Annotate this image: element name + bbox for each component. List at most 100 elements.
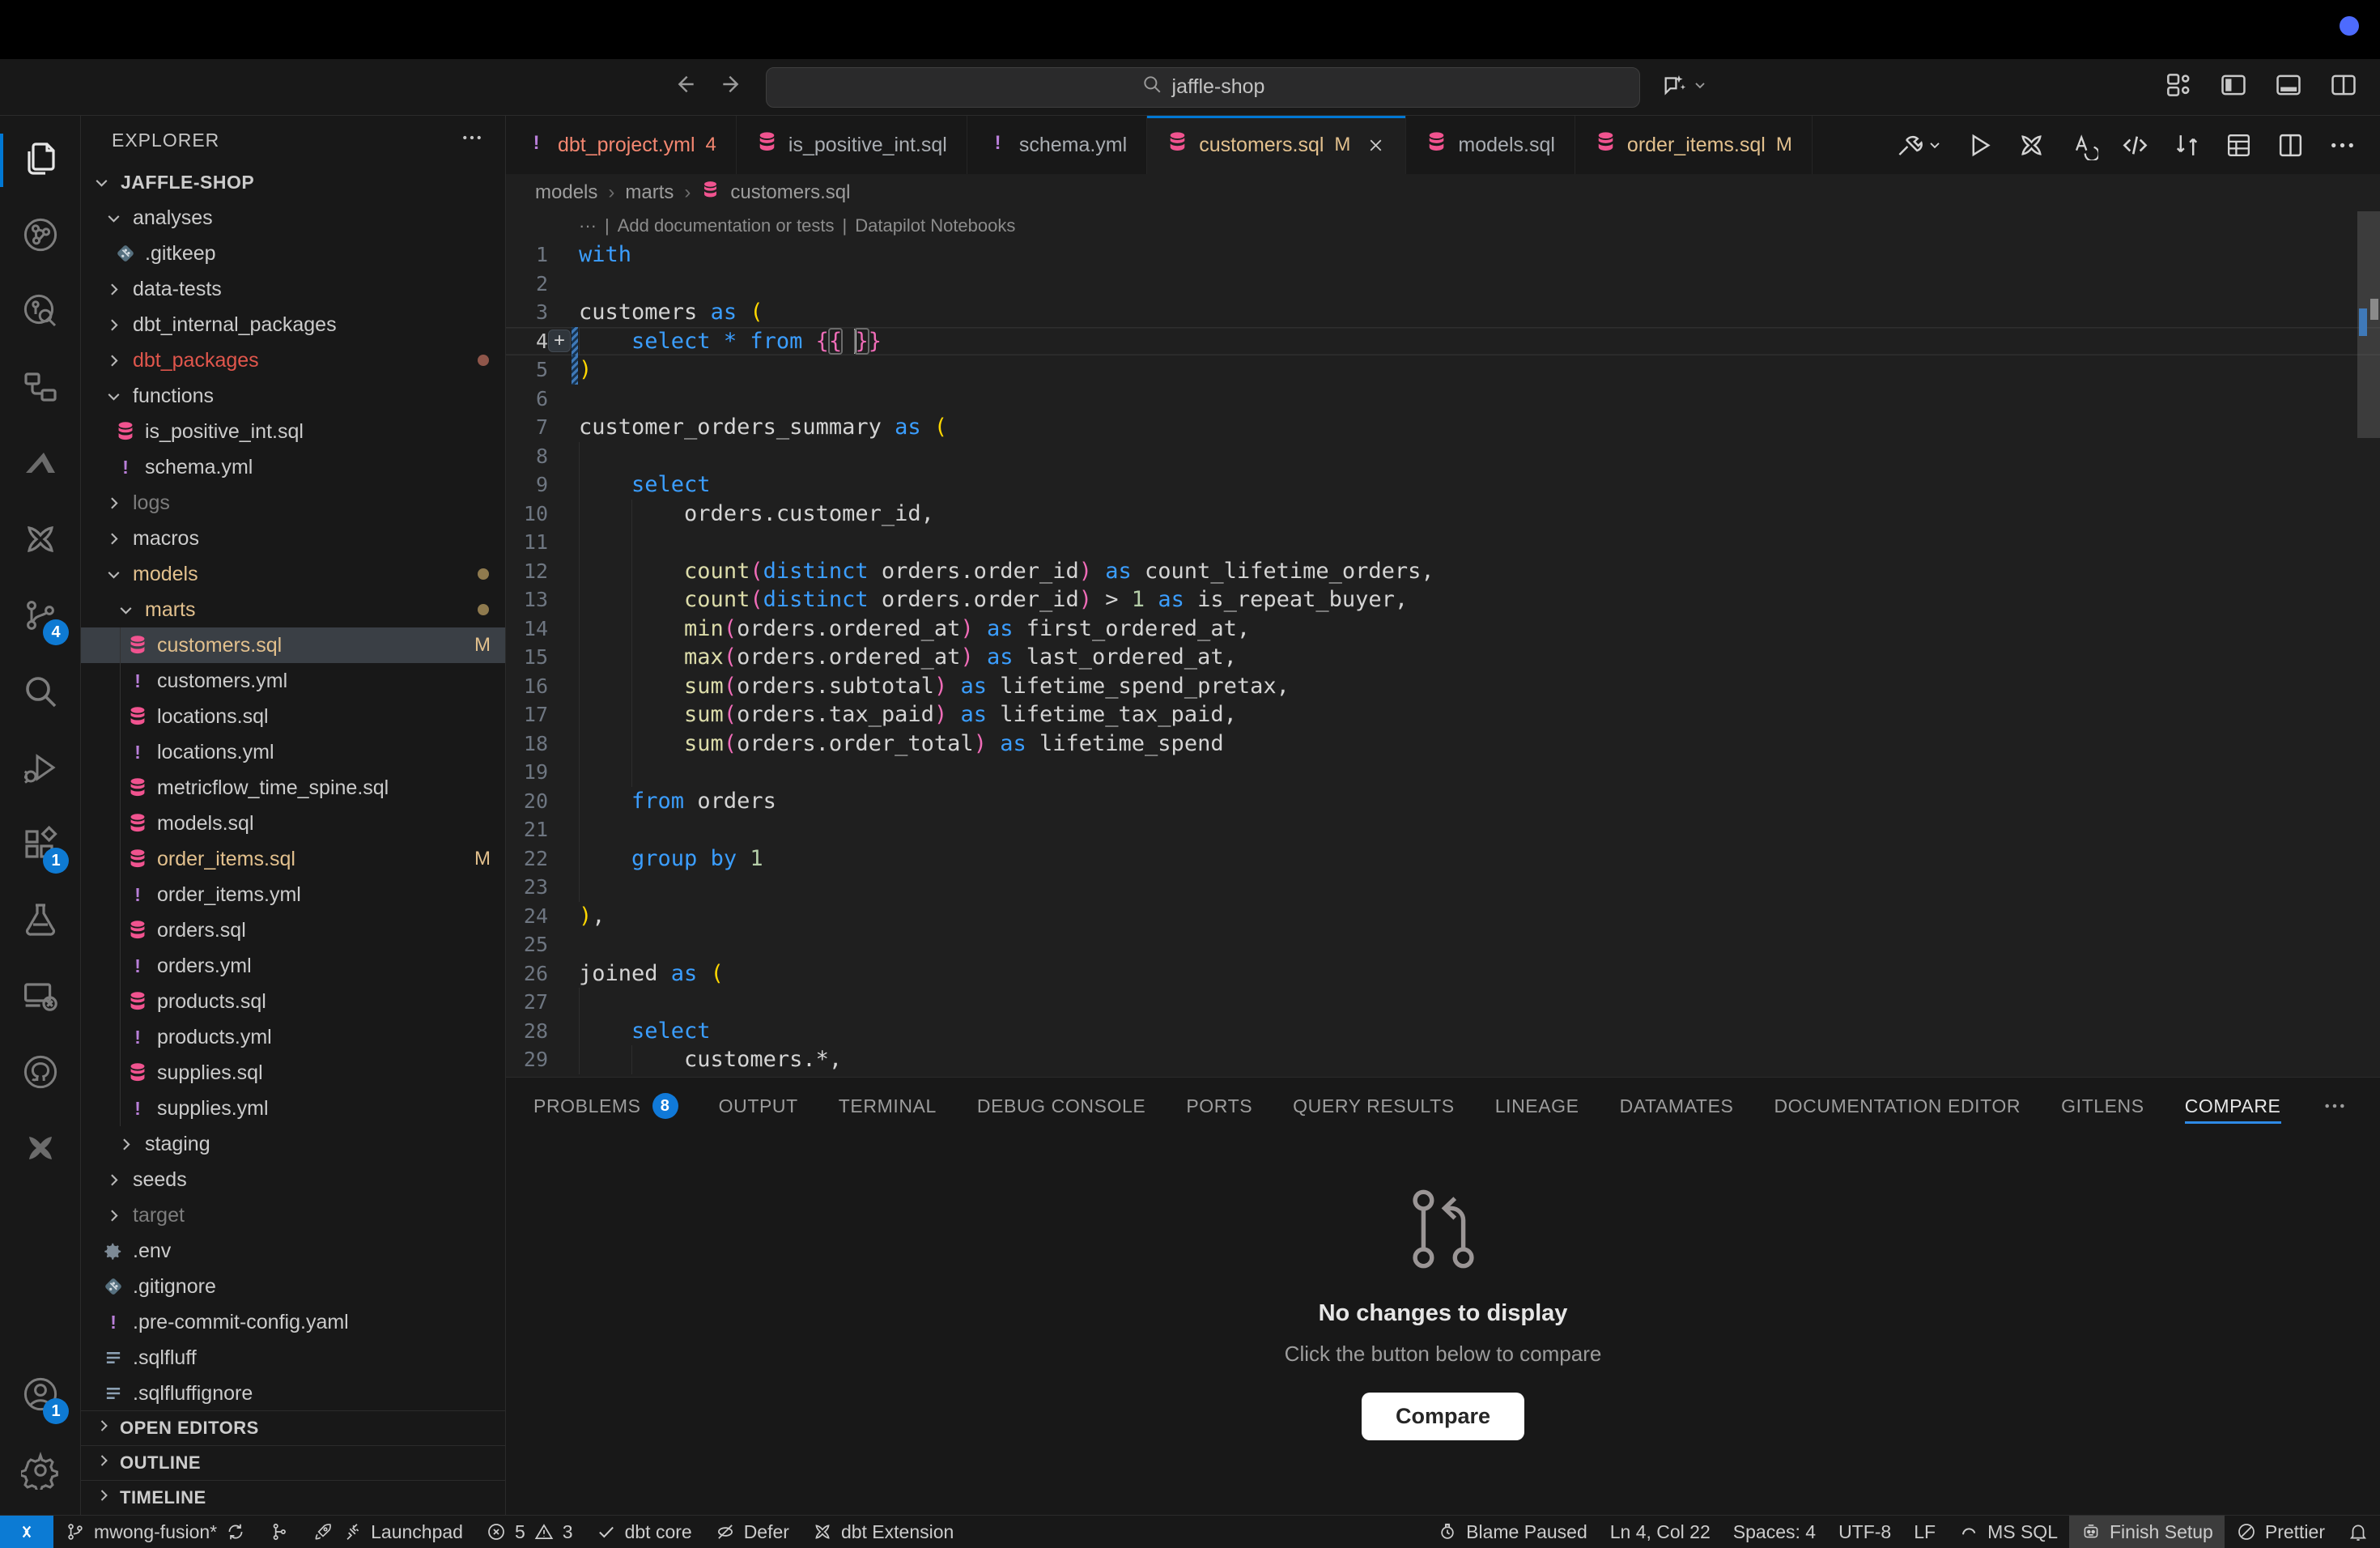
panel-tab-datamates[interactable]: DATAMATES bbox=[1620, 1078, 1734, 1134]
back-button[interactable] bbox=[672, 71, 698, 104]
panel-tab-query-results[interactable]: QUERY RESULTS bbox=[1293, 1078, 1455, 1134]
activity-item-extensions[interactable]: 1 bbox=[0, 807, 80, 883]
breadcrumb-item[interactable]: marts bbox=[625, 181, 674, 204]
panel-tab-documentation-editor[interactable]: DOCUMENTATION EDITOR bbox=[1774, 1078, 2021, 1134]
activity-item-lineage[interactable] bbox=[0, 198, 80, 274]
more-actions[interactable] bbox=[2327, 130, 2357, 160]
codelens-datapilot-link[interactable]: Datapilot Notebooks bbox=[855, 215, 1015, 236]
activity-item-accounts[interactable]: 1 bbox=[0, 1358, 80, 1434]
status-remote-indicator[interactable] bbox=[0, 1516, 53, 1548]
panel-tab-output[interactable]: OUTPUT bbox=[719, 1078, 798, 1134]
tree-item-metricflow-time-spine-sql[interactable]: metricflow_time_spine.sql bbox=[81, 770, 505, 806]
tree-item-locations-yml[interactable]: !locations.yml bbox=[81, 734, 505, 770]
tab-order-items-sql[interactable]: order_items.sqlM bbox=[1575, 116, 1813, 174]
more-actions-icon[interactable] bbox=[460, 125, 484, 155]
split-editor[interactable] bbox=[2276, 130, 2306, 160]
activity-item-explorer[interactable] bbox=[0, 122, 80, 198]
status-notifications[interactable] bbox=[2336, 1516, 2380, 1548]
tree-item-orders-yml[interactable]: !orders.yml bbox=[81, 948, 505, 984]
activity-item-testing[interactable] bbox=[0, 883, 80, 959]
tree-item-supplies-sql[interactable]: supplies.sql bbox=[81, 1055, 505, 1091]
tree-item-staging[interactable]: staging bbox=[81, 1126, 505, 1162]
spell-icon[interactable] bbox=[2068, 130, 2098, 160]
activity-item-datapilot[interactable] bbox=[0, 427, 80, 503]
tree-item-customers-sql[interactable]: customers.sqlM bbox=[81, 627, 505, 663]
breadcrumb-file[interactable]: customers.sql bbox=[730, 181, 850, 204]
breadcrumb[interactable]: models›marts›customers.sql bbox=[506, 174, 2380, 211]
tree-item-gitkeep[interactable]: .gitkeep bbox=[81, 236, 505, 271]
hammer-icon[interactable] bbox=[1895, 130, 1925, 160]
tree-item-order-items-sql[interactable]: order_items.sqlM bbox=[81, 841, 505, 877]
compare-changes[interactable] bbox=[2172, 130, 2202, 160]
panel-tab-lineage[interactable]: LINEAGE bbox=[1495, 1078, 1579, 1134]
code-editor[interactable]: ··· | Add documentation or tests | Datap… bbox=[506, 211, 2380, 1077]
status-dbt-extension[interactable]: dbt Extension bbox=[801, 1516, 965, 1548]
panel-bottom-icon[interactable] bbox=[2273, 70, 2304, 104]
run-file[interactable] bbox=[1965, 130, 1995, 160]
tab-customers-sql[interactable]: customers.sqlM bbox=[1147, 116, 1406, 174]
build-tasks[interactable] bbox=[1895, 130, 1943, 160]
activity-item-query-explorer[interactable] bbox=[0, 274, 80, 351]
tree-item-models-sql[interactable]: models.sql bbox=[81, 806, 505, 841]
tree-item-is-positive-int-sql[interactable]: is_positive_int.sql bbox=[81, 414, 505, 449]
query-results-icon[interactable] bbox=[2224, 130, 2254, 160]
panel-tab-terminal[interactable]: TERMINAL bbox=[839, 1078, 937, 1134]
tree-item-order-items-yml[interactable]: !order_items.yml bbox=[81, 877, 505, 912]
activity-item-source-control[interactable]: 4 bbox=[0, 579, 80, 655]
status-git-graph[interactable] bbox=[257, 1516, 301, 1548]
tree-item-supplies-yml[interactable]: !supplies.yml bbox=[81, 1091, 505, 1126]
activity-item-flowchart[interactable] bbox=[0, 351, 80, 427]
tree-item-locations-sql[interactable]: locations.sql bbox=[81, 699, 505, 734]
copilot-button[interactable] bbox=[1661, 71, 1708, 103]
forward-button[interactable] bbox=[719, 71, 745, 104]
tree-item-orders-sql[interactable]: orders.sql bbox=[81, 912, 505, 948]
tree-item-sqlfluff[interactable]: .sqlfluff bbox=[81, 1340, 505, 1376]
panel-tab-debug-console[interactable]: DEBUG CONSOLE bbox=[977, 1078, 1145, 1134]
compare-button[interactable]: Compare bbox=[1362, 1393, 1524, 1440]
tree-item-jaffle-shop[interactable]: JAFFLE-SHOP bbox=[81, 164, 505, 200]
activity-item-settings[interactable] bbox=[0, 1434, 80, 1510]
status-cursor-position[interactable]: Ln 4, Col 22 bbox=[1599, 1516, 1722, 1548]
tree-item-schema-yml[interactable]: !schema.yml bbox=[81, 449, 505, 485]
compile-sql[interactable] bbox=[2120, 130, 2150, 160]
activity-item-search[interactable] bbox=[0, 655, 80, 731]
run-icon[interactable] bbox=[1965, 130, 1995, 160]
status-defer[interactable]: Defer bbox=[703, 1516, 801, 1548]
status-launchpad[interactable]: Launchpad bbox=[301, 1516, 474, 1548]
command-center[interactable]: jaffle-shop bbox=[766, 67, 1640, 108]
split-editor-icon[interactable] bbox=[2276, 130, 2306, 160]
breadcrumb-item[interactable]: models bbox=[535, 181, 597, 204]
compare-changes-icon[interactable] bbox=[2172, 130, 2202, 160]
status-finish-setup[interactable]: Finish Setup bbox=[2069, 1516, 2225, 1548]
activity-item-github[interactable] bbox=[0, 1036, 80, 1112]
more-panel-tabs-icon[interactable] bbox=[2322, 1093, 2348, 1119]
tree-item-seeds[interactable]: seeds bbox=[81, 1162, 505, 1197]
tree-item-sqlfluffignore[interactable]: .sqlfluffignore bbox=[81, 1376, 505, 1410]
activity-item-remote-explorer[interactable] bbox=[0, 959, 80, 1036]
tab-is-positive-int-sql[interactable]: is_positive_int.sql bbox=[737, 116, 967, 174]
spell-check[interactable] bbox=[2068, 130, 2098, 160]
overview-ruler[interactable] bbox=[2357, 211, 2380, 1077]
tree-item-macros[interactable]: macros bbox=[81, 521, 505, 556]
tree-item-functions[interactable]: functions bbox=[81, 378, 505, 414]
tree-item-models[interactable]: models bbox=[81, 556, 505, 592]
tree-item-dbt-packages[interactable]: dbt_packages bbox=[81, 342, 505, 378]
status-indentation[interactable]: Spaces: 4 bbox=[1722, 1516, 1827, 1548]
tree-item-analyses[interactable]: analyses bbox=[81, 200, 505, 236]
gutter-plus-button[interactable]: + bbox=[548, 330, 571, 352]
panel-tab-ports[interactable]: PORTS bbox=[1186, 1078, 1252, 1134]
status-encoding[interactable]: UTF-8 bbox=[1827, 1516, 1902, 1548]
code-icon[interactable] bbox=[2120, 130, 2150, 160]
status-prettier[interactable]: Prettier bbox=[2225, 1516, 2336, 1548]
codelens-more[interactable]: ··· bbox=[579, 215, 597, 236]
activity-item-dbt[interactable] bbox=[0, 503, 80, 579]
more-actions-icon[interactable] bbox=[2327, 130, 2357, 160]
panel-tab-gitlens[interactable]: GITLENS bbox=[2061, 1078, 2144, 1134]
tree-item-logs[interactable]: logs bbox=[81, 485, 505, 521]
status-git-branch[interactable]: mwong-fusion* bbox=[53, 1516, 257, 1548]
activity-item-dbt-power-user[interactable] bbox=[0, 1112, 80, 1188]
panel-right-icon[interactable] bbox=[2328, 70, 2359, 104]
dbt-action[interactable] bbox=[2017, 130, 2046, 160]
tab-dbt-project-yml[interactable]: !dbt_project.yml4 bbox=[506, 116, 737, 174]
tree-item-gitignore[interactable]: .gitignore bbox=[81, 1269, 505, 1304]
